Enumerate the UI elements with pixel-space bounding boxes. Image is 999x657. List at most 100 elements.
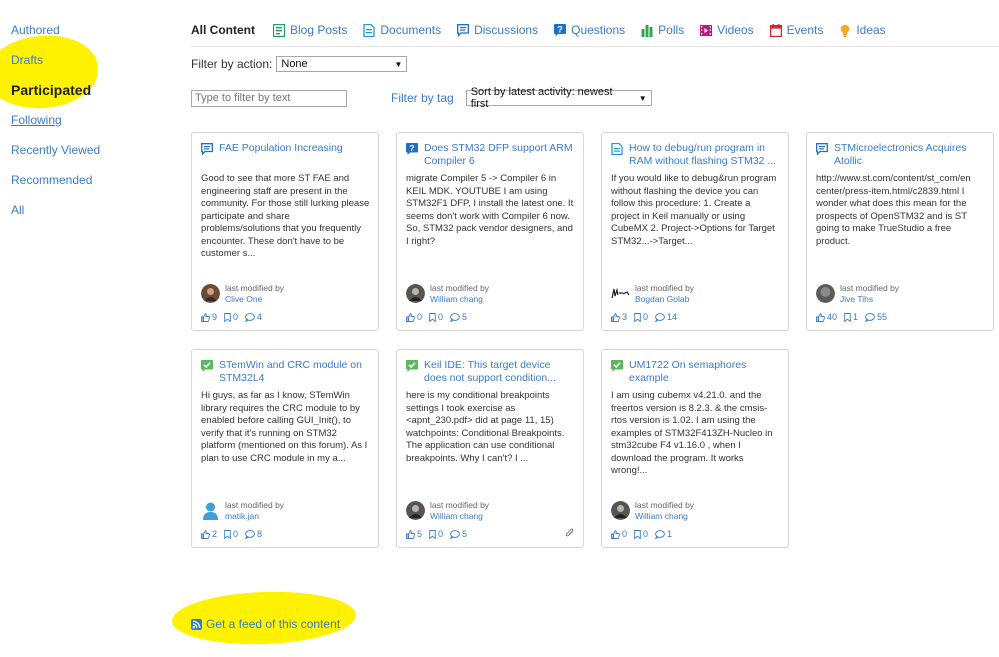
avatar — [406, 501, 425, 520]
card-title[interactable]: Keil IDE: This target device does not su… — [424, 359, 575, 384]
content-card[interactable]: ? Does STM32 DFP support ARM Compiler 6 … — [396, 132, 584, 331]
filter-by-tag-link[interactable]: Filter by tag — [391, 91, 454, 105]
sidebar-item-recommended[interactable]: Recommended — [11, 172, 161, 202]
like-count[interactable]: 2 — [201, 529, 217, 539]
poll-icon — [641, 24, 653, 37]
tab-ideas[interactable]: Ideas — [839, 23, 886, 37]
avatar — [201, 284, 220, 303]
sidebar-item-following[interactable]: Following — [11, 112, 161, 142]
tab-discussions[interactable]: Discussions — [457, 23, 538, 37]
bookmark-count[interactable]: 0 — [224, 312, 238, 322]
author-link[interactable]: William chang — [430, 511, 489, 522]
like-count[interactable]: 0 — [406, 312, 422, 322]
card-title[interactable]: UM1722 On semaphores example — [629, 359, 780, 384]
card-title[interactable]: How to debug/run program in RAM without … — [629, 142, 780, 167]
comment-count[interactable]: 1 — [655, 529, 672, 539]
question-icon: ? — [406, 143, 418, 155]
content-card[interactable]: FAE Population Increasing Good to see th… — [191, 132, 379, 331]
content-card[interactable]: How to debug/run program in RAM without … — [601, 132, 789, 331]
author-link[interactable]: Clive One — [225, 294, 284, 305]
bookmark-icon — [429, 529, 436, 539]
author-link[interactable]: Jive Tihs — [840, 294, 899, 305]
sort-select-value: Sort by latest activity: newest first — [470, 86, 613, 110]
comment-icon — [450, 312, 460, 322]
bookmark-count[interactable]: 1 — [844, 312, 858, 322]
last-modified-label: last modified by — [225, 500, 285, 510]
like-count[interactable]: 0 — [611, 529, 627, 539]
tab-label: Events — [786, 23, 824, 37]
content-card[interactable]: STMicroelectronics Acquires Atollic http… — [806, 132, 994, 331]
like-count[interactable]: 3 — [611, 312, 627, 322]
sidebar-item-participated[interactable]: Participated — [11, 82, 161, 112]
sidebar-item-authored[interactable]: Authored — [11, 22, 161, 52]
blog-post-icon — [273, 23, 285, 37]
sidebar-item-recently-viewed[interactable]: Recently Viewed — [11, 142, 161, 172]
content-card[interactable]: UM1722 On semaphores example I am using … — [601, 349, 789, 548]
tab-questions[interactable]: ? Questions — [554, 23, 625, 37]
tab-polls[interactable]: Polls — [641, 23, 684, 37]
author-link[interactable]: William chang — [635, 511, 694, 522]
author-link[interactable]: Bogdan Golab — [635, 294, 694, 305]
answered-question-icon — [406, 360, 418, 372]
comment-count[interactable]: 5 — [450, 529, 467, 539]
sidebar-item-all[interactable]: All — [11, 202, 161, 232]
discussion-icon — [201, 143, 213, 155]
like-count[interactable]: 40 — [816, 312, 837, 322]
comment-icon — [655, 529, 665, 539]
content-card[interactable]: STemWin and CRC module on STM32L4 Hi guy… — [191, 349, 379, 548]
card-excerpt: here is my conditional breakpoints setti… — [406, 390, 565, 464]
attachment-icon — [565, 528, 574, 537]
author-link[interactable]: matik.jan — [225, 511, 284, 522]
tab-label: Blog Posts — [290, 23, 348, 37]
card-title[interactable]: Does STM32 DFP support ARM Compiler 6 — [424, 142, 575, 167]
sidebar-item-drafts[interactable]: Drafts — [11, 52, 161, 82]
filter-by-action: Filter by action: None ▼ — [191, 56, 408, 72]
card-excerpt: Hi guys, as far as I know, STemWin libra… — [201, 390, 368, 464]
bookmark-count[interactable]: 0 — [634, 312, 648, 322]
comment-count[interactable]: 4 — [245, 312, 262, 322]
discussion-icon — [457, 23, 470, 37]
comment-count[interactable]: 8 — [245, 529, 262, 539]
comment-icon — [655, 312, 665, 322]
document-icon — [611, 143, 623, 155]
comment-icon — [245, 529, 255, 539]
bookmark-count[interactable]: 0 — [634, 529, 648, 539]
action-select[interactable]: None ▼ — [276, 56, 408, 72]
user-icon — [203, 502, 218, 520]
tab-videos[interactable]: Videos — [700, 23, 754, 37]
tab-label: Documents — [380, 23, 442, 37]
tab-blog-posts[interactable]: Blog Posts — [273, 23, 347, 37]
thumbs-up-icon — [611, 312, 620, 322]
like-count[interactable]: 9 — [201, 312, 217, 322]
bookmark-count[interactable]: 0 — [224, 529, 238, 539]
tab-documents[interactable]: Documents — [363, 23, 441, 37]
sort-select[interactable]: Sort by latest activity: newest first ▼ — [465, 86, 652, 110]
thumbs-up-icon — [406, 312, 415, 322]
like-count[interactable]: 5 — [406, 529, 422, 539]
comment-count[interactable]: 55 — [865, 312, 887, 322]
bookmark-icon — [429, 312, 436, 322]
text-filter-input[interactable] — [191, 89, 347, 107]
bookmark-count[interactable]: 0 — [429, 529, 443, 539]
event-icon — [769, 23, 782, 37]
card-title[interactable]: STMicroelectronics Acquires Atollic — [834, 142, 985, 167]
document-icon — [363, 23, 376, 37]
comment-count[interactable]: 5 — [450, 312, 467, 322]
comment-count[interactable]: 14 — [655, 312, 677, 322]
filter-action-label: Filter by action: — [191, 57, 273, 71]
discussion-icon — [816, 143, 828, 155]
author-link[interactable]: William chang — [430, 294, 489, 305]
tab-all-content[interactable]: All Content — [191, 23, 255, 37]
card-excerpt: migrate Compiler 5 -> Compiler 6 in KEIL… — [406, 173, 574, 247]
bookmark-count[interactable]: 0 — [429, 312, 443, 322]
content-card[interactable]: Keil IDE: This target device does not su… — [396, 349, 584, 548]
last-modified-label: last modified by — [840, 283, 900, 293]
card-title[interactable]: STemWin and CRC module on STM32L4 — [219, 359, 370, 384]
tab-label: Polls — [658, 23, 685, 37]
card-title[interactable]: FAE Population Increasing — [219, 142, 343, 155]
tab-events[interactable]: Events — [769, 23, 824, 37]
chevron-down-icon: ▼ — [394, 59, 403, 69]
card-excerpt: Good to see that more ST FAE and enginee… — [201, 173, 370, 259]
thumbs-up-icon — [201, 312, 210, 322]
feed-link[interactable]: Get a feed of this content — [191, 617, 340, 631]
